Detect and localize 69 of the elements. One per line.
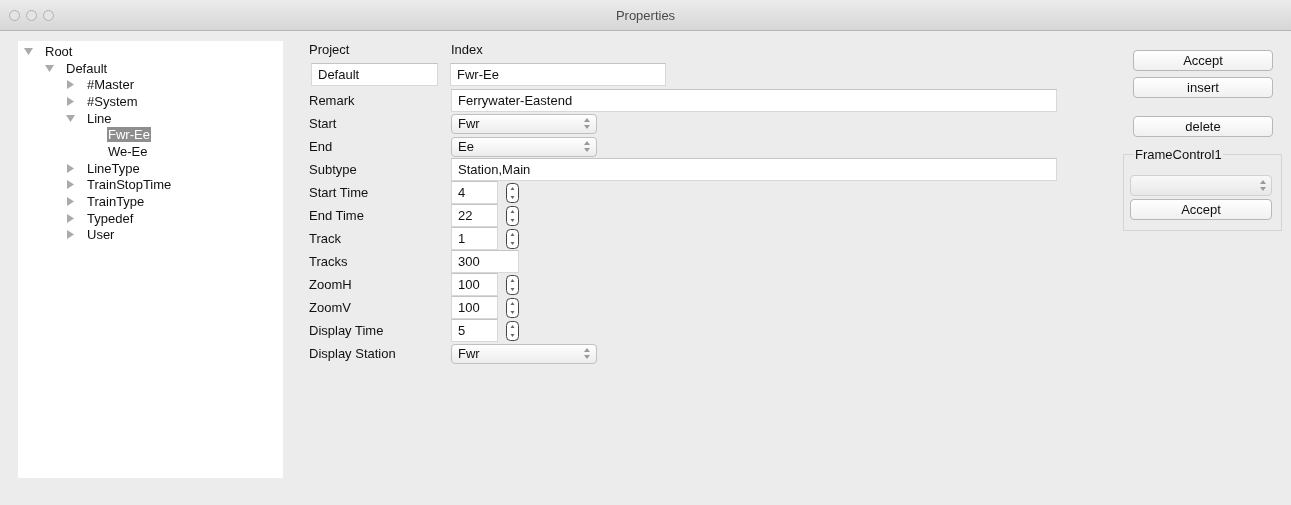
field-label: End	[309, 138, 334, 156]
field-label: Tracks	[309, 253, 349, 271]
field-label: Project	[309, 43, 351, 57]
collapsed-triangle-icon[interactable]	[66, 180, 75, 190]
text-field[interactable]: Fwr-Ee	[450, 63, 666, 86]
collapsed-triangle-icon[interactable]	[66, 80, 75, 90]
stepper[interactable]	[506, 205, 519, 226]
collapsed-triangle-icon[interactable]	[66, 96, 75, 106]
tree-item[interactable]: User	[86, 227, 116, 243]
text-field[interactable]: Station,Main	[451, 158, 1057, 181]
expanded-triangle-icon[interactable]	[66, 113, 75, 123]
up-down-arrows-icon	[584, 141, 590, 152]
action-button[interactable]: delete	[1133, 116, 1273, 137]
tree-item[interactable]: #Master	[86, 77, 135, 93]
action-button[interactable]: Accept	[1130, 199, 1272, 220]
tree-item[interactable]: TrainStopTime	[86, 177, 173, 193]
tree-item[interactable]: Typedef	[86, 210, 135, 226]
tree-item[interactable]: TrainType	[86, 194, 146, 210]
action-button[interactable]: Accept	[1133, 50, 1273, 71]
number-field[interactable]: 100	[451, 273, 498, 296]
up-down-arrows-icon	[1260, 180, 1266, 191]
stepper[interactable]	[506, 182, 519, 203]
tree-item[interactable]: LineType	[86, 160, 141, 176]
collapsed-triangle-icon[interactable]	[66, 197, 75, 207]
field-label: Remark	[309, 92, 356, 110]
field-label: Display Time	[309, 322, 385, 340]
field-label: ZoomV	[309, 299, 352, 317]
action-button[interactable]: insert	[1133, 77, 1273, 98]
expanded-triangle-icon[interactable]	[24, 46, 33, 56]
dropdown[interactable]: Fwr	[451, 343, 597, 364]
field-label: Start	[309, 115, 338, 133]
stepper[interactable]	[506, 297, 519, 318]
tree-item[interactable]: We-Ee	[107, 143, 149, 159]
number-field[interactable]: 1	[451, 227, 498, 250]
field-label: End Time	[309, 207, 365, 225]
text-field[interactable]: 300	[451, 250, 519, 273]
stepper[interactable]	[506, 228, 519, 249]
stepper[interactable]	[506, 320, 519, 341]
text-field[interactable]: Ferrywater-Eastend	[451, 89, 1057, 112]
number-field[interactable]: 5	[451, 319, 498, 342]
field-label: Start Time	[309, 184, 370, 202]
text-field[interactable]: Default	[311, 63, 438, 86]
close-button[interactable]	[9, 9, 20, 21]
dropdown[interactable]	[1130, 175, 1272, 196]
tree-item[interactable]: #System	[86, 93, 139, 109]
field-label: Display Station	[309, 345, 397, 363]
up-down-arrows-icon	[584, 348, 590, 359]
field-label: Index	[451, 43, 484, 57]
group-title: FrameControl1	[1134, 147, 1223, 162]
up-down-arrows-icon	[584, 118, 590, 129]
dropdown[interactable]: Fwr	[451, 113, 597, 134]
stepper[interactable]	[506, 274, 519, 295]
field-label: ZoomH	[309, 276, 353, 294]
tree-item[interactable]: Default	[65, 60, 109, 76]
field-label: Subtype	[309, 161, 358, 179]
collapsed-triangle-icon[interactable]	[66, 213, 75, 223]
zoom-button[interactable]	[43, 9, 54, 21]
collapsed-triangle-icon[interactable]	[66, 230, 75, 240]
dropdown[interactable]: Ee	[451, 136, 597, 157]
minimize-button[interactable]	[26, 9, 37, 21]
number-field[interactable]: 100	[451, 296, 498, 319]
window-title: Properties	[615, 7, 676, 23]
collapsed-triangle-icon[interactable]	[66, 163, 75, 173]
field-label: Track	[309, 230, 343, 248]
tree-item[interactable]: Root	[44, 43, 74, 59]
tree-item[interactable]: Line	[86, 110, 113, 126]
number-field[interactable]: 4	[451, 181, 498, 204]
expanded-triangle-icon[interactable]	[45, 63, 54, 73]
number-field[interactable]: 22	[451, 204, 498, 227]
